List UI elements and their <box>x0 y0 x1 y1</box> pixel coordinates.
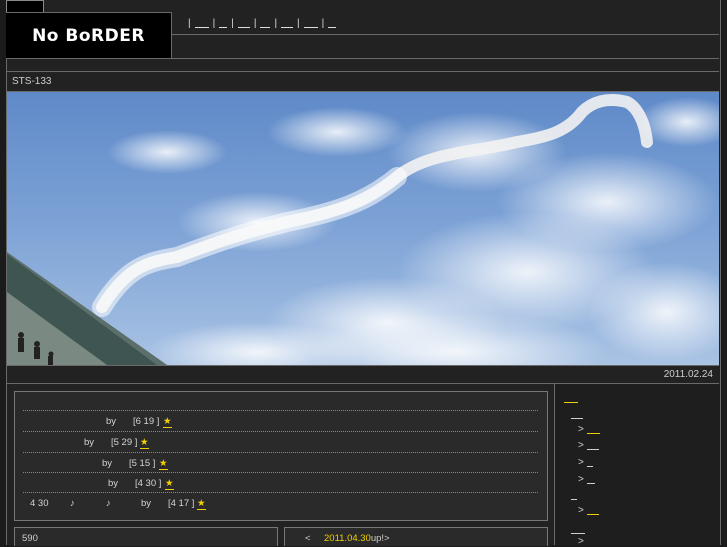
site-logo[interactable]: No BoRDER <box>6 12 172 58</box>
nav-divider <box>172 34 719 35</box>
sidebar-category[interactable] <box>571 409 583 419</box>
nav-link-4[interactable] <box>260 18 271 28</box>
update-arrow: < <box>305 533 311 544</box>
launch-photo <box>7 91 719 366</box>
sidebar-item-link[interactable] <box>587 440 599 450</box>
music-note-icon: ♪ <box>70 498 75 509</box>
star-icon[interactable]: ★ <box>197 498 206 510</box>
logo-text: No BoRDER <box>32 25 145 46</box>
sidebar-arrow: > <box>578 536 584 547</box>
nav-separator: | <box>212 18 216 29</box>
sidebar: > > > > > > <box>554 384 720 547</box>
nav-separator: | <box>274 18 278 29</box>
post-date: 2011.02.24 <box>663 369 713 380</box>
site-header: No BoRDER | | | | | | | <box>6 12 719 59</box>
sidebar-heading-link[interactable] <box>564 393 578 403</box>
entry-by: by <box>106 416 117 427</box>
star-icon[interactable]: ★ <box>140 437 149 449</box>
recent-entries-box: by [6 19 ] ★ by [5 29 ] ★ by [5 15 ] ★ b… <box>14 391 548 521</box>
update-box: < 2011.04.30up!> <box>284 527 548 546</box>
sidebar-arrow: > <box>578 424 584 435</box>
list-item[interactable]: by [4 30 ] ★ <box>23 472 538 493</box>
update-date: 2011.04.30 <box>324 533 371 544</box>
star-icon[interactable]: ★ <box>163 416 172 428</box>
post-title-row: STS-133 <box>6 72 719 90</box>
sidebar-arrow: > <box>578 474 584 485</box>
main-nav: | | | | | | | <box>188 18 337 29</box>
list-item[interactable]: by [5 29 ] ★ <box>23 431 538 452</box>
entry-date: [5 15 ] <box>129 458 156 469</box>
update-text[interactable]: 2011.04.30up!> <box>324 533 390 544</box>
header-strip <box>6 59 719 72</box>
sidebar-item-link[interactable] <box>587 457 593 467</box>
music-note-icon: ♪ <box>106 498 111 509</box>
nav-link-5[interactable] <box>281 18 294 28</box>
nav-link-2[interactable] <box>219 18 228 28</box>
nav-separator: | <box>253 18 257 29</box>
star-icon[interactable]: ★ <box>159 458 168 470</box>
nav-link-7[interactable] <box>328 18 337 28</box>
sidebar-category[interactable] <box>571 490 577 500</box>
launch-photo-image <box>7 92 719 365</box>
entry-prefix: 4 30 <box>30 498 49 509</box>
entry-date: [4 30 ] <box>135 478 162 489</box>
counter-value: 590 <box>22 533 38 544</box>
update-suffix: up!> <box>370 533 390 544</box>
entry-by: by <box>84 437 95 448</box>
entry-date: [5 29 ] <box>111 437 138 448</box>
sidebar-category[interactable] <box>571 524 585 534</box>
entry-by: by <box>141 498 152 509</box>
sidebar-arrow: > <box>578 440 584 451</box>
sidebar-arrow: > <box>578 457 584 468</box>
sidebar-item-link[interactable] <box>587 505 599 515</box>
nav-separator: | <box>321 18 325 29</box>
sidebar-arrow: > <box>578 505 584 516</box>
list-item[interactable]: by [5 15 ] ★ <box>23 452 538 473</box>
nav-separator: | <box>231 18 234 29</box>
entry-date: [4 17 ] <box>168 498 195 509</box>
nav-link-1[interactable] <box>194 18 209 28</box>
star-icon[interactable]: ★ <box>165 478 174 490</box>
nav-link-3[interactable] <box>237 18 250 28</box>
entry-by: by <box>108 478 119 489</box>
nav-separator: | <box>188 18 191 29</box>
nav-link-6[interactable] <box>303 18 318 28</box>
post-date-row: 2011.02.24 <box>6 365 719 384</box>
nav-separator: | <box>297 18 300 29</box>
entry-date: [6 19 ] <box>133 416 160 427</box>
entry-by: by <box>102 458 113 469</box>
counter-box: 590 <box>14 527 278 546</box>
list-item[interactable]: by [6 19 ] ★ <box>23 410 538 431</box>
list-item[interactable]: 4 30 ♪ ♪ by [4 17 ] ★ <box>23 492 538 513</box>
sidebar-item-link[interactable] <box>587 474 595 484</box>
post-title[interactable]: STS-133 <box>12 76 51 87</box>
sidebar-item-link[interactable] <box>587 424 600 434</box>
